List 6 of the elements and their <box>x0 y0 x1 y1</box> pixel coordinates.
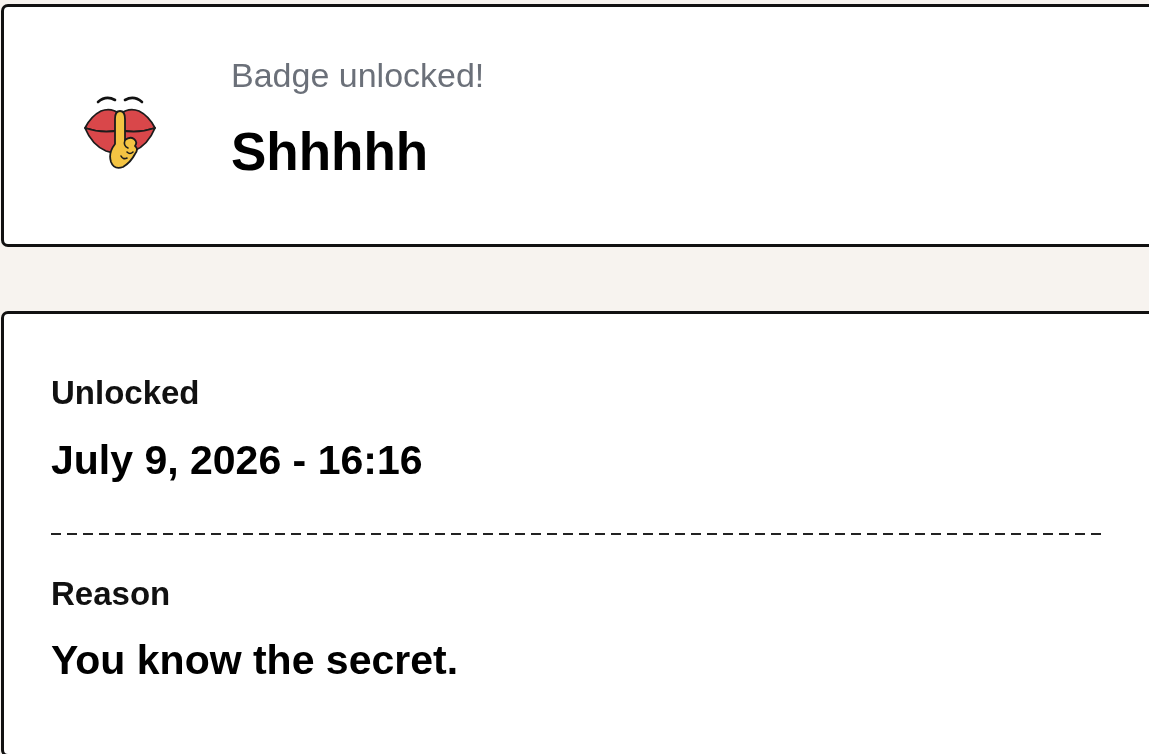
detail-label: Reason <box>51 573 172 614</box>
badge-caption: Badge unlocked! <box>231 55 485 96</box>
badge-title: Shhhhh <box>231 120 430 183</box>
detail-label: Unlocked <box>51 373 201 413</box>
detail-value: You know the secret. <box>51 636 460 686</box>
detail-value: July 9, 2026 - 16:16 <box>51 435 424 485</box>
